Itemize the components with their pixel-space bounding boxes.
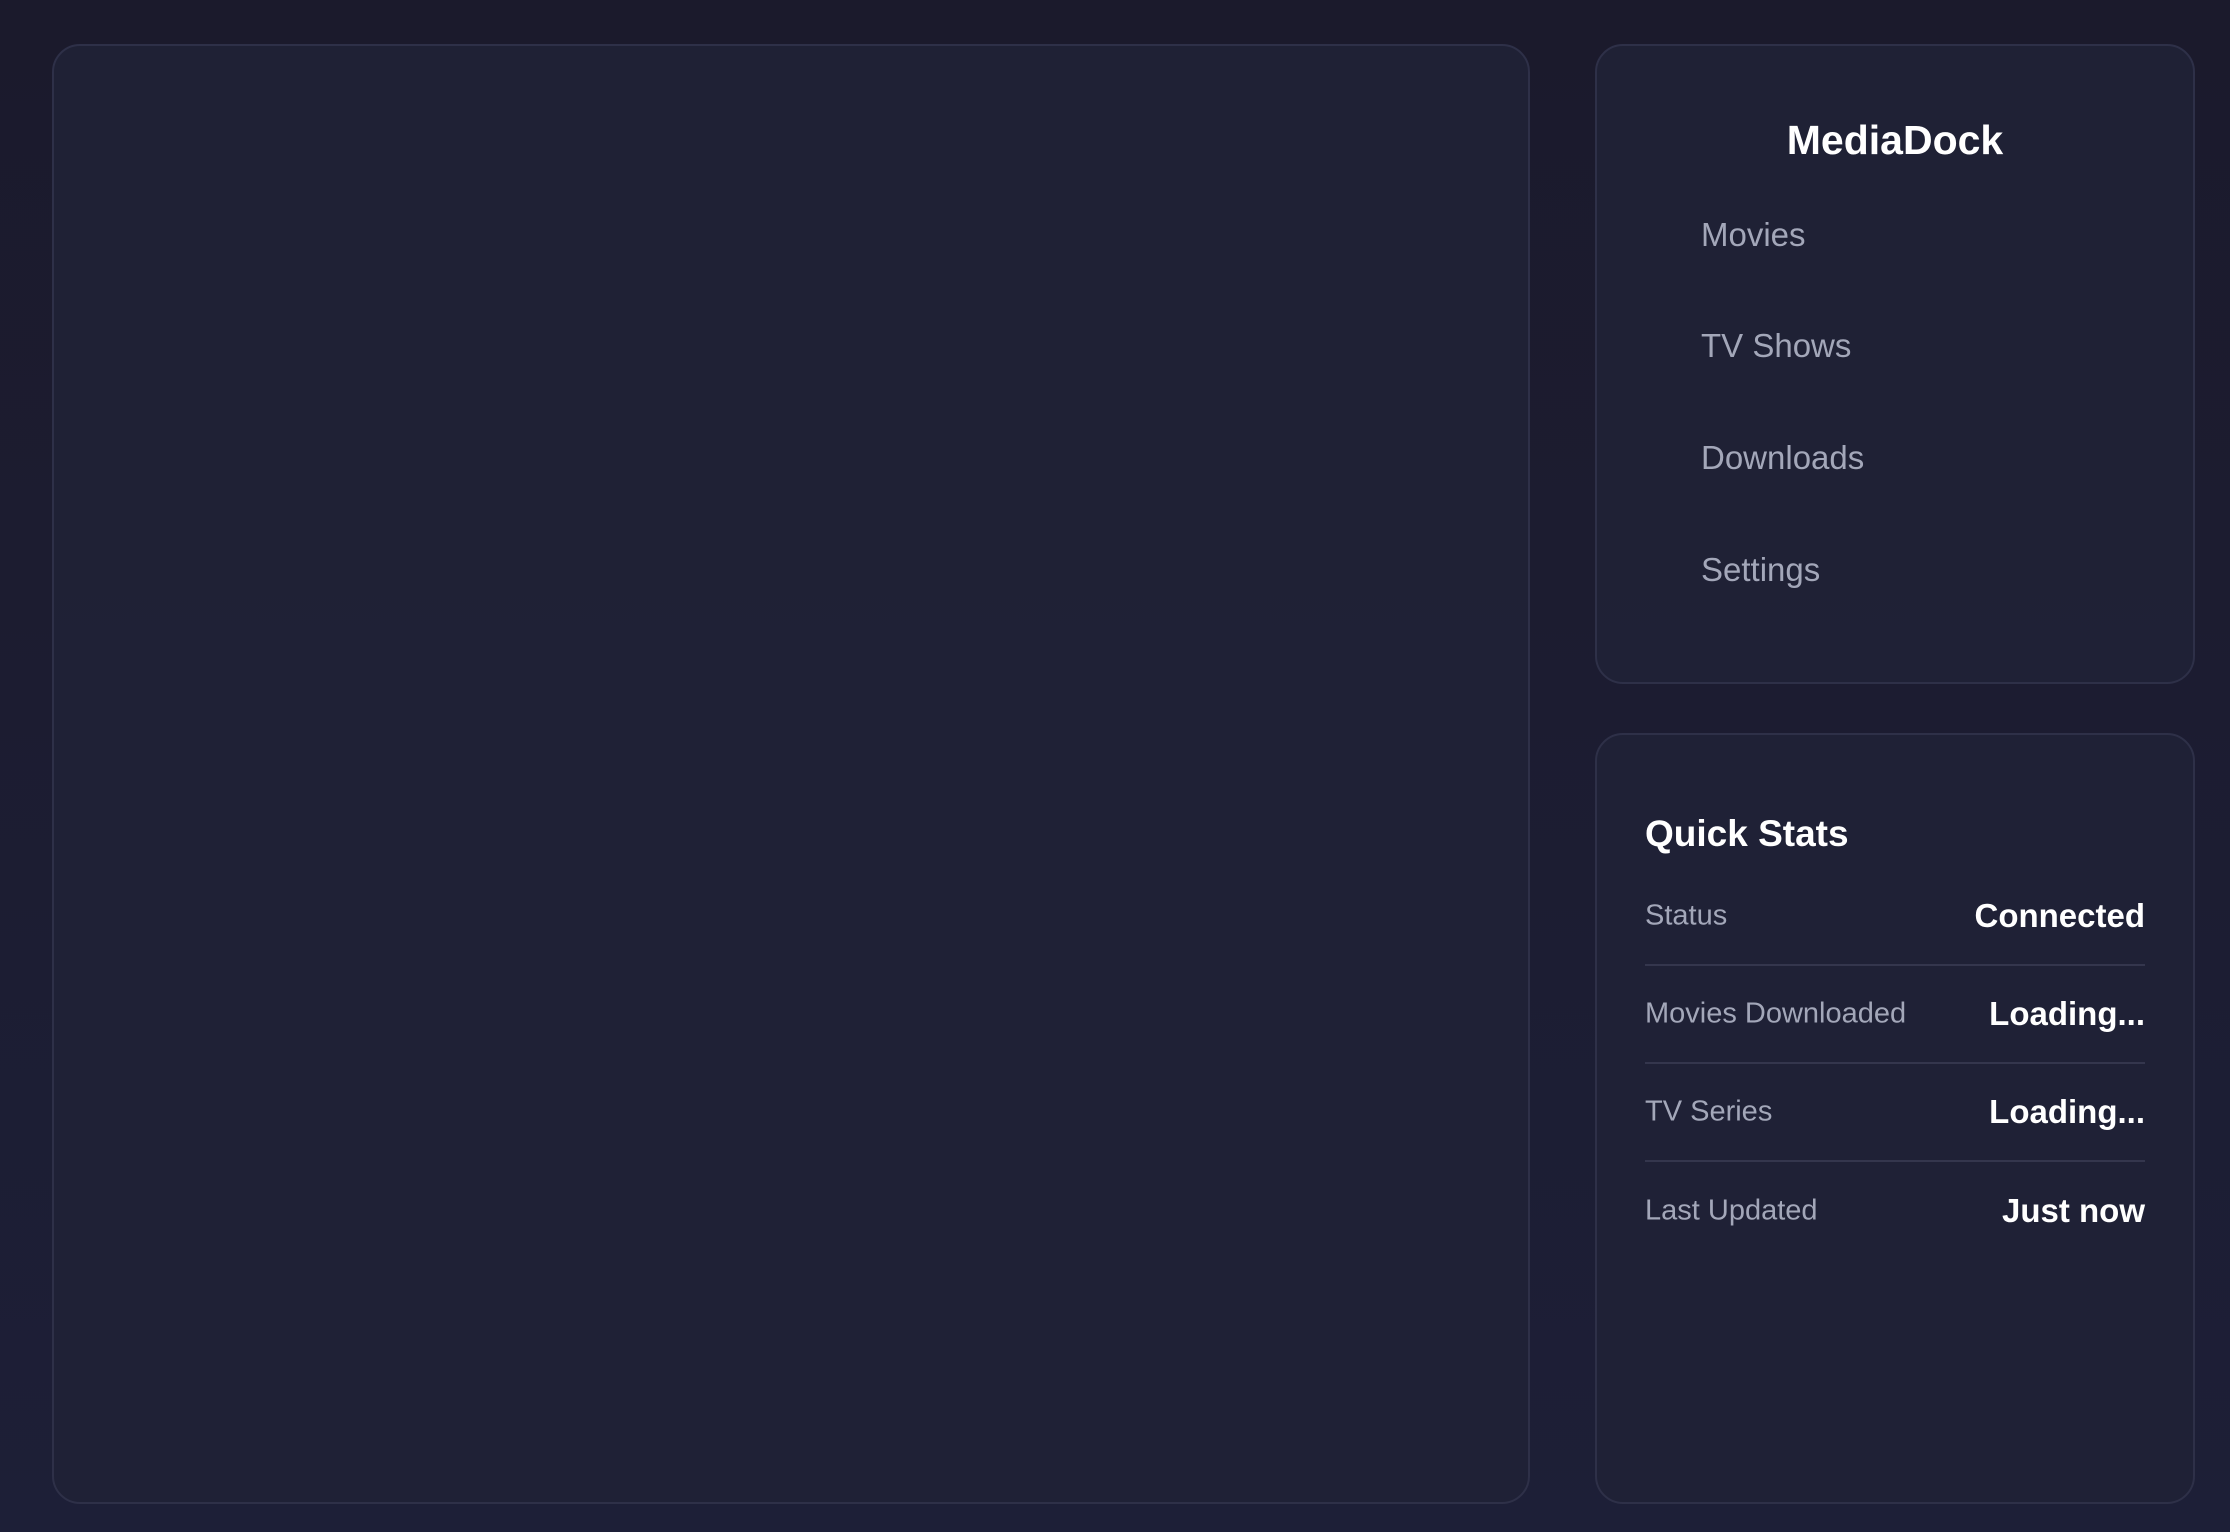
quick-stats-title: Quick Stats bbox=[1645, 813, 1849, 854]
nav-item-tv-shows[interactable]: TV Shows bbox=[1669, 306, 2129, 386]
nav-item-movies[interactable]: Movies bbox=[1669, 195, 2129, 275]
nav-item-label: Settings bbox=[1701, 551, 1821, 588]
app-title: MediaDock bbox=[1786, 117, 2004, 163]
main-content-panel bbox=[52, 44, 1530, 1504]
stat-row-status: Status Connected bbox=[1645, 868, 2145, 966]
stat-row-movies-downloaded: Movies Downloaded Loading... bbox=[1645, 966, 2145, 1064]
stat-label: Status bbox=[1645, 899, 1728, 932]
stat-value: Loading... bbox=[1989, 995, 2145, 1032]
stat-row-tv-series: TV Series Loading... bbox=[1645, 1064, 2145, 1162]
nav-item-label: TV Shows bbox=[1701, 327, 1852, 364]
stat-label: TV Series bbox=[1645, 1095, 1773, 1128]
quick-stats-panel: Quick Stats Status Connected Movies Down… bbox=[1595, 733, 2195, 1504]
nav-item-settings[interactable]: Settings bbox=[1669, 530, 2129, 610]
stat-value: Just now bbox=[2001, 1192, 2145, 1229]
stat-label: Movies Downloaded bbox=[1645, 997, 1907, 1030]
nav-item-label: Movies bbox=[1701, 216, 1806, 253]
stat-value: Connected bbox=[1974, 897, 2145, 934]
stat-value: Loading... bbox=[1989, 1093, 2145, 1130]
nav-item-label: Downloads bbox=[1701, 439, 1865, 476]
stat-label: Last Updated bbox=[1645, 1194, 1818, 1227]
nav-item-downloads[interactable]: Downloads bbox=[1669, 418, 2129, 498]
navigation-panel: MediaDock Movies TV Shows Downloads Sett… bbox=[1595, 44, 2195, 684]
stat-row-last-updated: Last Updated Just now bbox=[1645, 1162, 2145, 1260]
